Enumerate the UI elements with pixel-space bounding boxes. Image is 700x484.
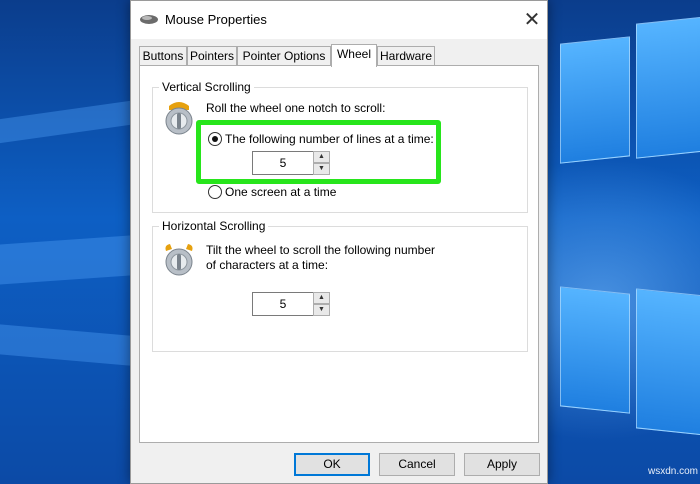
apply-button[interactable]: Apply [464,453,540,476]
vertical-scrolling-title: Vertical Scrolling [159,80,254,94]
horizontal-scrolling-title: Horizontal Scrolling [159,219,269,233]
tab-wheel[interactable]: Wheel [331,44,377,67]
watermark-text: wsxdn.com [648,466,699,477]
green-highlight-box [196,120,441,184]
close-button[interactable]: ✕ [519,7,545,33]
characters-spinner: ▲ ▼ [252,292,330,316]
windows-logo-pane [560,286,630,414]
scroll-wheel-icon [165,102,193,135]
radio-one-screen[interactable] [208,185,222,199]
windows-logo-pane [636,288,700,436]
window-title: Mouse Properties [165,12,267,27]
mouse-properties-dialog: Mouse Properties ✕ Buttons Pointers Poin… [130,0,548,484]
light-beam [0,100,130,144]
light-beam [0,235,130,285]
cancel-button[interactable]: Cancel [379,453,455,476]
tab-pointers[interactable]: Pointers [187,46,237,66]
horizontal-scrolling-group: Horizontal Scrolling Tilt the wheel to s… [152,219,528,352]
characters-spin-down[interactable]: ▼ [313,304,330,316]
arrow-up-icon: ▲ [318,294,325,301]
windows-logo-pane [636,16,700,159]
tab-hardware[interactable]: Hardware [377,46,435,66]
tab-strip: Buttons Pointers Pointer Options Wheel H… [139,44,539,67]
windows-logo-pane [560,36,630,164]
light-beam [0,324,130,366]
radio-one-screen-label: One screen at a time [225,185,337,199]
scroll-wheel-icon [165,244,193,276]
horizontal-scroll-description-line1: Tilt the wheel to scroll the following n… [206,243,435,257]
characters-value-input[interactable] [252,292,314,316]
title-bar[interactable]: Mouse Properties ✕ [131,1,547,39]
horizontal-scroll-description-line2: of characters at a time: [206,258,329,272]
vertical-scroll-description: Roll the wheel one notch to scroll: [206,101,386,115]
characters-spin-up[interactable]: ▲ [313,292,330,304]
arrow-down-icon: ▼ [318,306,325,313]
close-icon: ✕ [523,9,541,31]
tab-buttons[interactable]: Buttons [139,46,187,66]
tab-pointer-options[interactable]: Pointer Options [237,46,331,66]
ok-button[interactable]: OK [294,453,370,476]
mouse-icon [140,15,158,24]
